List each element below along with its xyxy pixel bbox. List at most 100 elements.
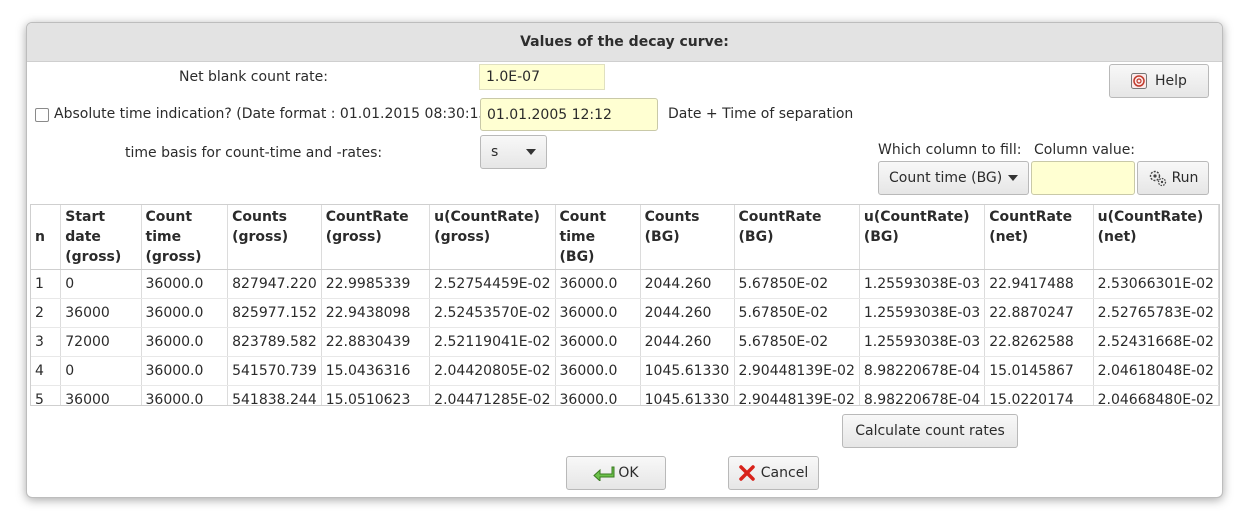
column-header[interactable]: Counts (gross) <box>227 205 322 270</box>
decay-table[interactable]: n Start date (gross) Count time (gross) Count… <box>30 204 1220 406</box>
table-cell[interactable]: 8.98220678E-04 <box>859 356 986 386</box>
time-basis-select[interactable]: s <box>480 135 547 169</box>
table-cell[interactable]: 15.0510623 <box>321 385 431 405</box>
table-cell[interactable]: 36000.0 <box>555 298 641 328</box>
column-header[interactable]: n <box>31 205 62 270</box>
table-cell[interactable]: 2.90448139E-02 <box>734 385 860 405</box>
table-cell[interactable]: 72000 <box>60 327 142 357</box>
column-header[interactable]: Count time (BG) <box>555 205 641 270</box>
table-cell[interactable]: 2.90448139E-02 <box>734 356 860 386</box>
table-cell[interactable]: 0 <box>60 356 142 386</box>
table-cell[interactable]: 2.52119041E-02 <box>429 327 556 357</box>
cancel-label: Cancel <box>760 465 809 481</box>
table-cell[interactable]: 36000.0 <box>555 327 641 357</box>
column-header-line1: Counts <box>644 209 700 225</box>
table-cell[interactable]: 36000.0 <box>141 269 229 299</box>
table-row[interactable]: 4 0 36000.0 541570.739 15.0436316 2.04420805E… <box>31 356 1219 386</box>
absolute-time-checkbox[interactable] <box>35 108 49 122</box>
column-header[interactable]: Counts (BG) <box>640 205 735 270</box>
ok-label: OK <box>618 465 639 481</box>
table-cell[interactable]: 1.25593038E-03 <box>859 298 986 328</box>
column-header[interactable]: u(CountRate) (net) <box>1093 205 1219 270</box>
chevron-down-icon <box>1008 175 1018 181</box>
table-cell[interactable]: 2044.260 <box>640 327 735 357</box>
table-cell[interactable]: 36000.0 <box>555 269 641 299</box>
table-cell[interactable]: 2.53066301E-02 <box>1093 269 1219 299</box>
table-row[interactable]: 5 36000 36000.0 541838.244 15.0510623 2.04471… <box>31 385 1219 405</box>
column-header-line2: (net) <box>989 229 1029 245</box>
run-label: Run <box>1171 170 1199 186</box>
column-header[interactable]: Count time (gross) <box>141 205 229 270</box>
table-cell[interactable]: 2.52431668E-02 <box>1093 327 1219 357</box>
table-cell[interactable]: 8.98220678E-04 <box>859 385 986 405</box>
column-header[interactable]: CountRate (BG) <box>734 205 860 270</box>
ok-arrow-icon <box>593 465 615 483</box>
table-cell[interactable]: 541570.739 <box>227 356 322 386</box>
table-row[interactable]: 1 0 36000.0 827947.220 22.9985339 2.52754459E… <box>31 269 1219 299</box>
table-cell[interactable]: 5.67850E-02 <box>734 298 860 328</box>
table-cell[interactable]: 5 <box>31 385 62 405</box>
table-cell[interactable]: 4 <box>31 356 62 386</box>
column-header[interactable]: CountRate (net) <box>984 205 1094 270</box>
column-header[interactable]: Start date (gross) <box>60 205 142 270</box>
table-cell[interactable]: 36000.0 <box>555 385 641 405</box>
table-cell[interactable]: 2.52754459E-02 <box>429 269 556 299</box>
net-blank-input[interactable]: 1.0E-07 <box>479 64 605 90</box>
table-cell[interactable]: 36000.0 <box>141 356 229 386</box>
column-header-line2: (gross) <box>65 249 122 265</box>
table-cell[interactable]: 1.25593038E-03 <box>859 327 986 357</box>
table-cell[interactable]: 1.25593038E-03 <box>859 269 986 299</box>
table-cell[interactable]: 2.04618048E-02 <box>1093 356 1219 386</box>
table-cell[interactable]: 3 <box>31 327 62 357</box>
table-cell[interactable]: 2.04668480E-02 <box>1093 385 1219 405</box>
help-button[interactable]: Help <box>1109 64 1209 98</box>
table-cell[interactable]: 36000 <box>60 385 142 405</box>
column-header[interactable]: CountRate (gross) <box>321 205 431 270</box>
table-cell[interactable]: 2044.260 <box>640 298 735 328</box>
calculate-count-rates-button[interactable]: Calculate count rates <box>842 414 1018 448</box>
column-header[interactable]: u(CountRate) (gross) <box>429 205 556 270</box>
table-cell[interactable]: 0 <box>60 269 142 299</box>
table-cell[interactable]: 36000.0 <box>141 327 229 357</box>
table-cell[interactable]: 2 <box>31 298 62 328</box>
table-cell[interactable]: 22.9417488 <box>984 269 1094 299</box>
table-cell[interactable]: 22.8870247 <box>984 298 1094 328</box>
table-cell[interactable]: 22.8830439 <box>321 327 431 357</box>
table-cell[interactable]: 1 <box>31 269 62 299</box>
table-row[interactable]: 3 72000 36000.0 823789.582 22.8830439 2.52119… <box>31 327 1219 357</box>
cancel-button[interactable]: Cancel <box>728 456 819 490</box>
table-cell[interactable]: 825977.152 <box>227 298 322 328</box>
table-cell[interactable]: 823789.582 <box>227 327 322 357</box>
column-header-line2: (BG) <box>863 229 899 245</box>
table-cell[interactable]: 36000.0 <box>141 298 229 328</box>
table-cell[interactable]: 36000.0 <box>555 356 641 386</box>
ok-button[interactable]: OK <box>566 456 666 490</box>
table-cell[interactable]: 2044.260 <box>640 269 735 299</box>
table-cell[interactable]: 36000 <box>60 298 142 328</box>
table-cell[interactable]: 2.52453570E-02 <box>429 298 556 328</box>
column-header[interactable]: u(CountRate) (BG) <box>859 205 986 270</box>
table-cell[interactable]: 22.9985339 <box>321 269 431 299</box>
table-cell[interactable]: 2.04471285E-02 <box>429 385 556 405</box>
table-cell[interactable]: 1045.61330 <box>640 356 735 386</box>
fill-column-select[interactable]: Count time (BG) <box>878 161 1029 195</box>
table-cell[interactable]: 15.0220174 <box>984 385 1094 405</box>
table-cell[interactable]: 15.0436316 <box>321 356 431 386</box>
table-cell[interactable]: 5.67850E-02 <box>734 327 860 357</box>
separation-datetime-input[interactable]: 01.01.2005 12:12 <box>480 98 658 131</box>
table-cell[interactable]: 22.8262588 <box>984 327 1094 357</box>
table-cell[interactable]: 5.67850E-02 <box>734 269 860 299</box>
table-row[interactable]: 2 36000 36000.0 825977.152 22.9438098 2.52453… <box>31 298 1219 328</box>
help-label: Help <box>1155 73 1187 89</box>
column-value-input[interactable] <box>1031 161 1135 195</box>
table-cell[interactable]: 827947.220 <box>227 269 322 299</box>
table-cell[interactable]: 541838.244 <box>227 385 322 405</box>
table-cell[interactable]: 22.9438098 <box>321 298 431 328</box>
column-header-line2: (gross) <box>232 229 289 245</box>
run-button[interactable]: Run <box>1137 161 1209 195</box>
table-cell[interactable]: 15.0145867 <box>984 356 1094 386</box>
table-cell[interactable]: 2.52765783E-02 <box>1093 298 1219 328</box>
table-cell[interactable]: 2.04420805E-02 <box>429 356 556 386</box>
table-cell[interactable]: 1045.61330 <box>640 385 735 405</box>
table-cell[interactable]: 36000.0 <box>141 385 229 405</box>
